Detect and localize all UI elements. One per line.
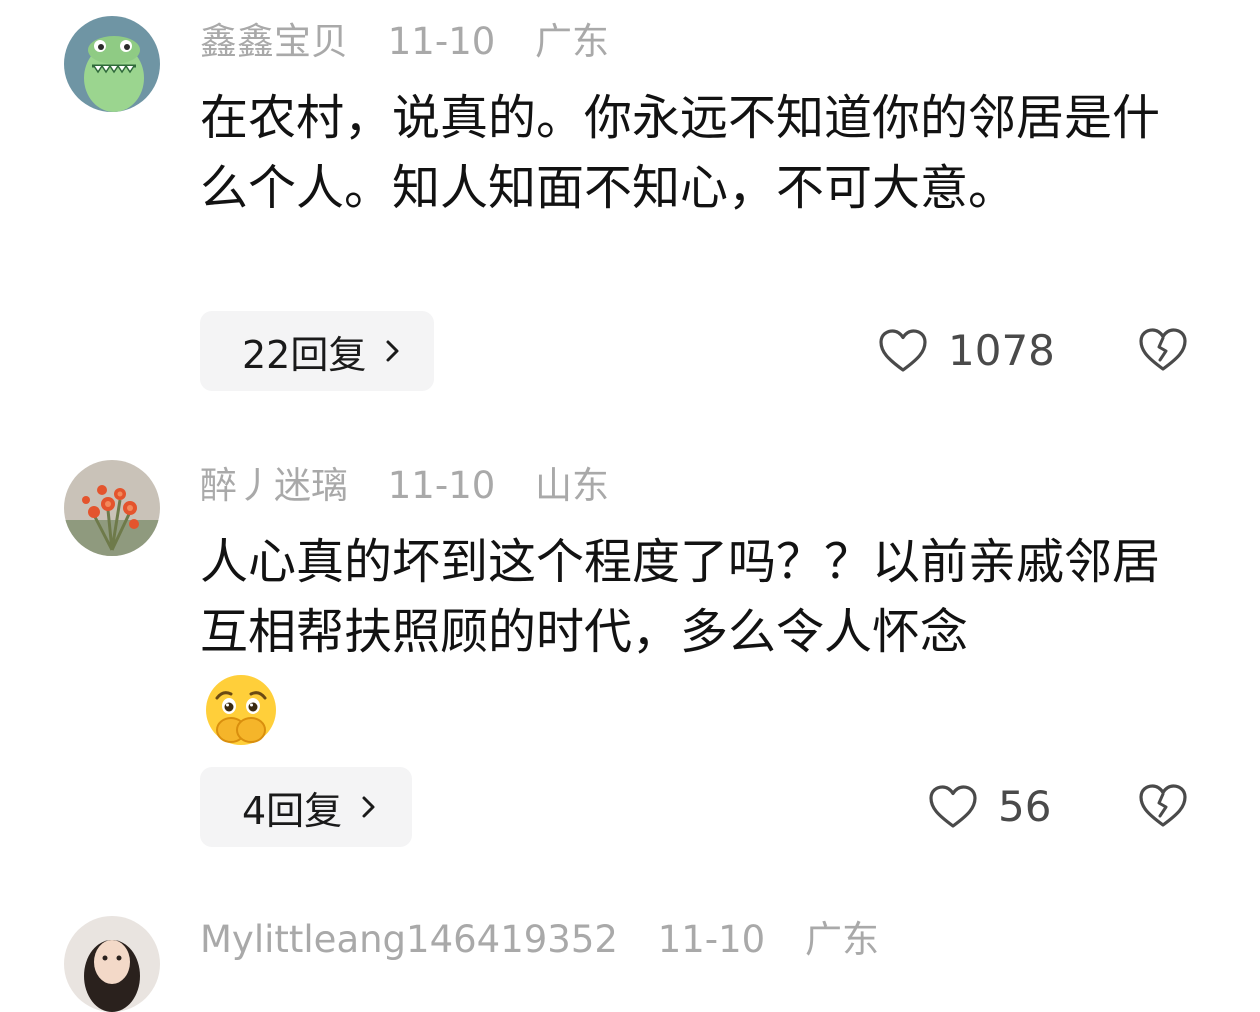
comment-date: 11-10 [657,918,766,961]
username[interactable]: Mylittleang146419352 [200,918,618,961]
comment-meta: Mylittleang146419352 11-10 广东 [200,915,907,965]
comment-location: 广东 [804,918,879,961]
avatar-person-image [64,916,160,1012]
avatar[interactable] [64,916,160,1012]
comment-item: Mylittleang146419352 11-10 广东 [0,0,1260,1012]
